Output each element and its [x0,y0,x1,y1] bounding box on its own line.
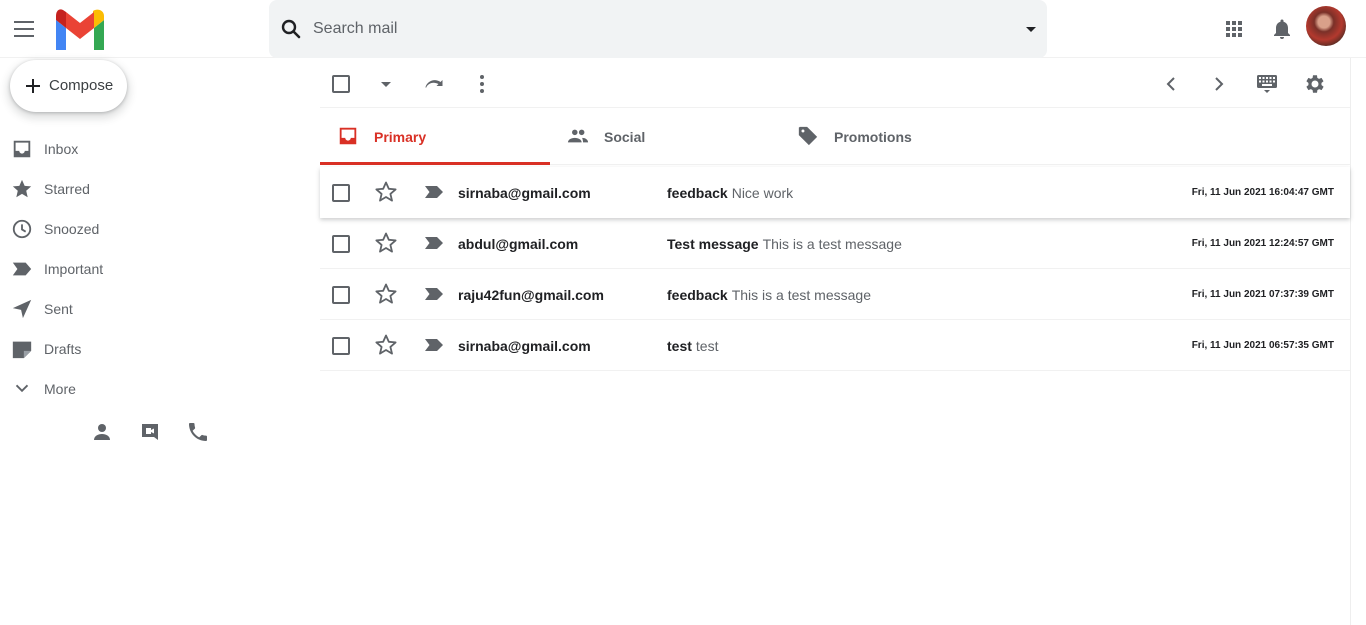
tab-label: Social [604,129,646,145]
sender: abdul@gmail.com [458,236,579,252]
message-row[interactable]: sirnaba@gmail.com test test Fri, 11 Jun 2… [320,320,1350,371]
important-marker-icon[interactable] [424,335,444,355]
tab-social[interactable]: Social [550,108,780,165]
search-input[interactable] [313,14,993,44]
clock-icon [12,219,32,239]
tab-primary[interactable]: Primary [320,108,550,165]
chevron-left-icon[interactable] [1159,72,1183,96]
sidebar-item-label: Drafts [44,341,82,357]
message-list: sirnaba@gmail.com feedback Nice work Fri,… [320,167,1350,371]
date: Fri, 11 Jun 2021 06:57:35 GMT [1191,340,1334,351]
sender: sirnaba@gmail.com [458,185,591,201]
sidebar-item-drafts[interactable]: Drafts [0,329,300,369]
search-icon[interactable] [279,17,303,41]
star-outline-icon[interactable] [374,333,398,357]
subject-text: Test message [667,236,759,252]
important-icon [12,262,32,276]
mail-toolbar [320,60,1350,108]
contacts-icon[interactable] [90,420,114,444]
chevron-down-icon [15,384,29,393]
search-bar [269,0,1047,58]
message-row[interactable]: raju42fun@gmail.com feedback This is a te… [320,269,1350,320]
snippet: Nice work [731,185,794,201]
sidebar-item-sent[interactable]: Sent [0,289,300,329]
important-marker-icon[interactable] [424,284,444,304]
sidebar-nav: Inbox Starred Snoozed Important Sent Dra… [0,129,300,409]
message-row[interactable]: abdul@gmail.com Test message This is a te… [320,218,1350,269]
apps-grid-icon[interactable] [1222,17,1246,41]
snippet: test [695,338,719,354]
main-menu-icon[interactable] [12,18,36,40]
scrollbar[interactable] [1350,58,1366,625]
sender: sirnaba@gmail.com [458,338,591,354]
search-options-icon[interactable] [1019,17,1043,41]
subject-text: feedback [667,185,728,201]
subject: test test [667,338,718,354]
select-options-icon[interactable] [374,72,398,96]
people-icon [567,129,589,143]
sender: raju42fun@gmail.com [458,287,604,303]
tag-icon [798,126,818,146]
subject: Test message This is a test message [667,236,902,252]
sidebar-item-label: Inbox [44,141,79,157]
snippet: This is a test message [762,236,902,252]
phone-icon[interactable] [186,420,210,444]
tab-promotions[interactable]: Promotions [780,108,1010,165]
quick-actions [90,420,220,446]
date: Fri, 11 Jun 2021 12:24:57 GMT [1191,238,1334,249]
sidebar-item-inbox[interactable]: Inbox [0,129,300,169]
sidebar-item-label: Important [44,261,104,277]
compose-label: Compose [49,77,114,94]
tab-label: Promotions [834,129,912,145]
plus-icon [26,79,40,93]
star-icon [12,179,32,198]
video-call-icon[interactable] [138,420,162,444]
notifications-icon[interactable] [1270,17,1294,41]
gmail-logo[interactable] [52,8,108,50]
snippet: This is a test message [731,287,871,303]
important-marker-icon[interactable] [424,182,444,202]
category-tabs: Primary Social Promotions [320,108,1350,165]
subject-text: test [667,338,692,354]
row-checkbox[interactable] [332,184,350,202]
sidebar-item-snoozed[interactable]: Snoozed [0,209,300,249]
row-checkbox[interactable] [332,337,350,355]
date: Fri, 11 Jun 2021 16:04:47 GMT [1191,187,1334,198]
subject: feedback This is a test message [667,287,871,303]
refresh-icon[interactable] [422,72,446,96]
draft-icon [12,341,32,359]
row-checkbox[interactable] [332,235,350,253]
star-outline-icon[interactable] [374,231,398,255]
inbox-tab-icon [339,127,357,145]
message-row[interactable]: sirnaba@gmail.com feedback Nice work Fri,… [320,167,1350,218]
sidebar-item-label: More [44,381,76,397]
more-vert-icon[interactable] [470,72,494,96]
settings-gear-icon[interactable] [1303,72,1327,96]
row-checkbox[interactable] [332,286,350,304]
keyboard-icon[interactable] [1255,72,1279,96]
chevron-right-icon[interactable] [1207,72,1231,96]
sidebar-item-label: Sent [44,301,73,317]
sidebar-item-more[interactable]: More [0,369,300,409]
select-all-checkbox[interactable] [332,75,350,93]
star-outline-icon[interactable] [374,282,398,306]
subject: feedback Nice work [667,185,793,201]
star-outline-icon[interactable] [374,180,398,204]
sidebar-item-important[interactable]: Important [0,249,300,289]
sidebar-item-label: Snoozed [44,221,100,237]
inbox-icon [13,140,31,158]
date: Fri, 11 Jun 2021 07:37:39 GMT [1191,289,1334,300]
tab-label: Primary [374,129,427,145]
account-avatar[interactable] [1306,6,1346,46]
subject-text: feedback [667,287,728,303]
compose-button[interactable]: Compose [10,60,127,112]
important-marker-icon[interactable] [424,233,444,253]
sidebar-item-starred[interactable]: Starred [0,169,300,209]
top-bar [0,0,1366,58]
send-icon [12,299,32,319]
sidebar-item-label: Starred [44,181,90,197]
